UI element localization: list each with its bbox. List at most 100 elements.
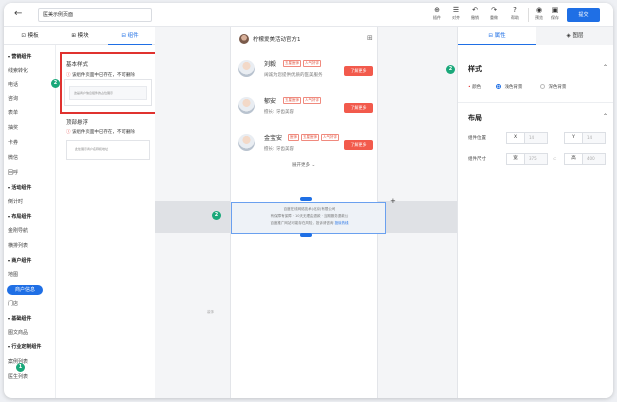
category-industry[interactable]: 行业定制组件 bbox=[8, 343, 41, 350]
save-label: 保存 bbox=[551, 15, 559, 20]
y-value: 14 bbox=[587, 135, 593, 140]
tab-layers[interactable]: ◈ 图层 bbox=[536, 27, 613, 45]
resize-handle-bottom[interactable] bbox=[300, 233, 312, 237]
category-item[interactable]: 地图 bbox=[8, 271, 18, 278]
footer-component[interactable]: 百度在线网络技术(北京)有限公司 有保障有保障 · 10天无理由退款 · 当期服… bbox=[231, 202, 386, 234]
category-item[interactable]: 金刚导航 bbox=[8, 227, 28, 234]
learn-more-button[interactable]: 了解更多 bbox=[344, 103, 373, 113]
tab-properties-label: 属性 bbox=[494, 33, 506, 39]
align-icon: ☰ bbox=[452, 6, 460, 14]
category-item[interactable]: 回呼 bbox=[8, 169, 18, 176]
top-warning-text: 该组件页面中已存在，不可删除 bbox=[71, 130, 135, 135]
save-icon: ▣ bbox=[551, 6, 559, 14]
category-item[interactable]: 表单 bbox=[8, 109, 18, 116]
x-field[interactable]: X 14 bbox=[506, 132, 548, 144]
y-label: Y bbox=[565, 133, 583, 143]
category-layout[interactable]: 布局组件 bbox=[8, 213, 31, 220]
learn-more-button[interactable]: 了解更多 bbox=[344, 66, 373, 76]
category-item[interactable]: 医生列表 bbox=[8, 373, 28, 380]
category-item[interactable]: 图文商品 bbox=[8, 329, 28, 336]
component-icon: ⊟ bbox=[121, 33, 126, 39]
submit-button[interactable]: 提交 bbox=[567, 8, 600, 22]
doctor-name: 刘毅 bbox=[264, 61, 277, 68]
learn-more-button[interactable]: 了解更多 bbox=[344, 140, 373, 150]
category-activity[interactable]: 活动组件 bbox=[8, 184, 31, 191]
align-label: 对齐 bbox=[452, 15, 460, 20]
doctor-tag: 五星医师 bbox=[301, 134, 319, 141]
tab-properties[interactable]: ⊟ 属性 bbox=[458, 27, 536, 45]
arrow-left-icon[interactable]: ← bbox=[14, 8, 22, 19]
toolbar-divider bbox=[528, 8, 529, 22]
category-item[interactable]: 微信 bbox=[8, 154, 18, 161]
section-divider bbox=[458, 102, 613, 103]
avatar bbox=[239, 34, 249, 44]
doctor-avatar bbox=[238, 97, 255, 114]
resize-handle-top[interactable] bbox=[300, 197, 312, 201]
highlight-box bbox=[60, 52, 166, 114]
category-item[interactable]: 咨询 bbox=[8, 95, 18, 102]
doctor-tag: 五星医师 bbox=[283, 97, 301, 104]
redo-label: 重做 bbox=[490, 15, 498, 20]
doctor-row: 刘毅 五星医师 人气好评 阔诚为您提供优质的医美服务 了解更多 bbox=[231, 57, 379, 93]
doctor-tag: 医师 bbox=[288, 134, 299, 141]
plugin-button[interactable]: ⊕ 插件 bbox=[428, 6, 446, 21]
chevron-up-icon[interactable]: ⌃ bbox=[603, 64, 608, 71]
page-title-input[interactable]: 医美示例页面 bbox=[38, 8, 152, 22]
category-item[interactable]: 抽奖 bbox=[8, 124, 18, 131]
footer-complaint-text: 百度推广网站可能存在风险，投诉请咨询 bbox=[270, 221, 334, 225]
category-marketing[interactable]: 营销组件 bbox=[8, 53, 31, 60]
tab-template-label: 模板 bbox=[27, 33, 39, 39]
step-badge: 2 bbox=[446, 65, 455, 74]
category-item[interactable]: 倒计时 bbox=[8, 198, 23, 205]
height-field[interactable]: 高 400 bbox=[564, 153, 606, 165]
category-item[interactable]: 门店 bbox=[8, 300, 18, 307]
category-item[interactable]: 线索转化 bbox=[8, 67, 28, 74]
tab-component-label: 组件 bbox=[127, 33, 139, 39]
doctor-avatar bbox=[238, 134, 255, 151]
help-icon: ? bbox=[513, 6, 517, 14]
width-field[interactable]: 宽 375 bbox=[506, 153, 548, 165]
category-item[interactable]: 电话 bbox=[8, 81, 18, 88]
tab-template[interactable]: ⊡ 模板 bbox=[8, 27, 52, 45]
color-label-text: 颜色 bbox=[472, 85, 482, 90]
layout-section-title: 布局 bbox=[468, 114, 482, 122]
top-float-label: 顶部悬浮 bbox=[66, 120, 89, 126]
link-icon[interactable]: ⊂ bbox=[553, 156, 556, 161]
phone-header-title: 柠檬爱美活动官方1 bbox=[253, 37, 301, 43]
properties-icon: ⊟ bbox=[488, 33, 493, 39]
expand-more-link[interactable]: 展开更多 ⌄ bbox=[292, 162, 315, 168]
complaint-link[interactable]: 投诉热线 bbox=[335, 221, 349, 225]
position-label: 组件位置 bbox=[468, 136, 486, 141]
canvas-label: 装饰 bbox=[207, 310, 214, 314]
tab-component[interactable]: ⊟ 组件 bbox=[108, 27, 152, 45]
save-button[interactable]: ▣ 保存 bbox=[546, 6, 564, 21]
category-item-active[interactable]: 商户信息 bbox=[7, 285, 43, 295]
category-item[interactable]: 横排列表 bbox=[8, 242, 28, 249]
y-field[interactable]: Y 14 bbox=[564, 132, 606, 144]
color-label: • 颜色 bbox=[468, 85, 482, 90]
dark-bg-radio[interactable]: 深色背景 bbox=[540, 84, 566, 90]
light-bg-radio[interactable]: 浅色背景 bbox=[496, 84, 522, 90]
chevron-up-icon[interactable]: ⌃ bbox=[603, 113, 608, 120]
category-basic[interactable]: 基础组件 bbox=[8, 315, 31, 322]
align-button[interactable]: ☰ 对齐 bbox=[447, 6, 465, 21]
category-merchant[interactable]: 商户组件 bbox=[8, 257, 31, 264]
redo-button[interactable]: ↷ 重做 bbox=[485, 6, 503, 21]
doctor-avatar bbox=[238, 60, 255, 77]
category-item[interactable]: 卡券 bbox=[8, 139, 18, 146]
top-float-card[interactable]: 此处展示商户名称和地址 bbox=[66, 140, 150, 160]
top-toolbar: ← 医美示例页面 ⊕ 插件 ☰ 对齐 ↶ 撤销 ↷ 重做 ? 帮助 ◉ 预览 ▣ bbox=[4, 3, 613, 27]
x-label: X bbox=[507, 133, 525, 143]
step-badge: 2 bbox=[51, 79, 60, 88]
add-icon[interactable]: + bbox=[390, 197, 396, 205]
undo-button[interactable]: ↶ 撤销 bbox=[466, 6, 484, 21]
grid-icon[interactable]: ⊞ bbox=[367, 34, 373, 42]
step-badge: 2 bbox=[212, 211, 221, 220]
undo-icon: ↶ bbox=[472, 6, 478, 14]
help-button[interactable]: ? 帮助 bbox=[506, 6, 524, 21]
doctor-name: 郁安 bbox=[264, 98, 277, 105]
tab-layers-label: 图层 bbox=[572, 33, 584, 39]
property-panel: ⊟ 属性 ◈ 图层 2 样式 ⌃ • 颜色 浅色背景 深色背景 布局 ⌃ 组件位… bbox=[446, 27, 613, 398]
tab-module[interactable]: ⊞ 模块 bbox=[58, 27, 102, 45]
dark-bg-label: 深色背景 bbox=[548, 85, 567, 90]
